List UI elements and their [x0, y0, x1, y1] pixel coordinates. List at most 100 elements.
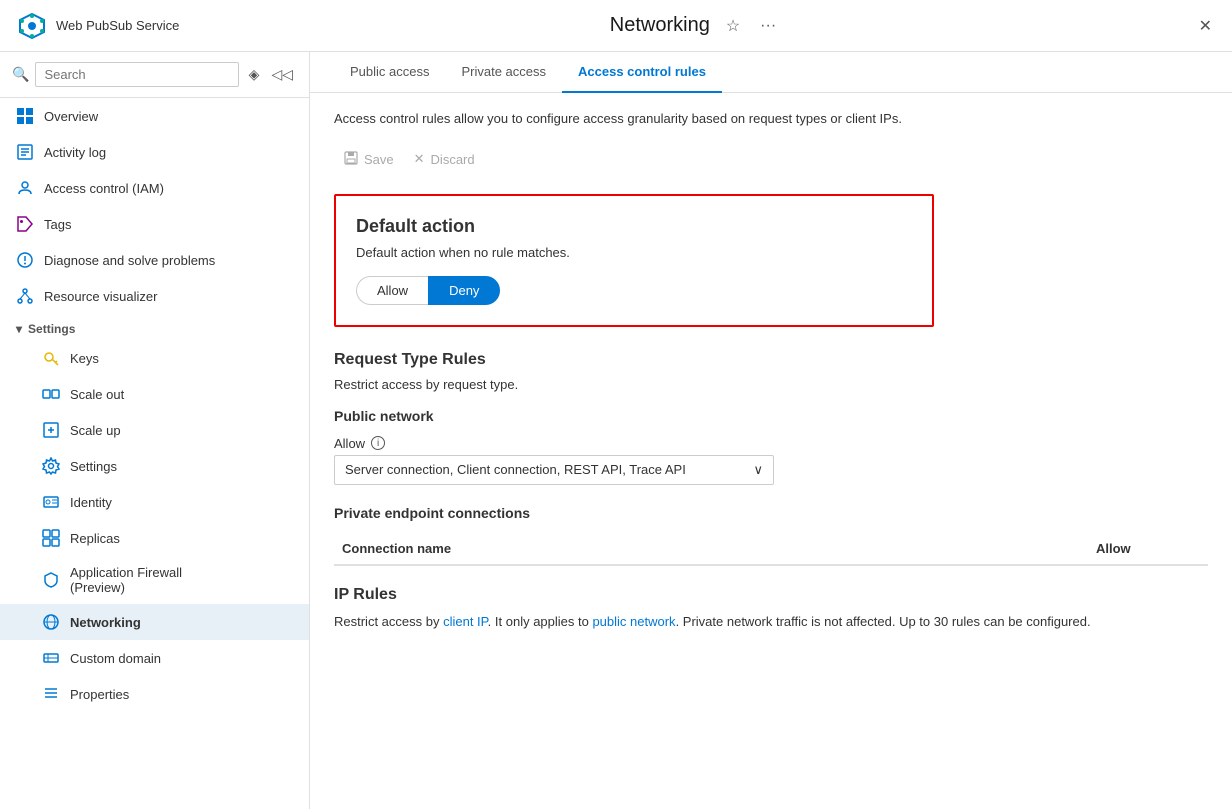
ip-rules-description: Restrict access by client IP. It only ap… — [334, 612, 1208, 632]
request-type-rules-title: Request Type Rules — [334, 351, 1208, 369]
networking-icon — [42, 613, 60, 631]
allow-label: Allow i — [334, 436, 1208, 451]
app-name: Web PubSub Service — [56, 18, 179, 33]
overview-icon — [16, 107, 34, 125]
default-action-box: Default action Default action when no ru… — [334, 194, 934, 327]
discard-icon: ✕ — [414, 151, 425, 167]
pin-button[interactable]: ◈ — [245, 64, 264, 85]
save-button[interactable]: Save — [334, 145, 404, 174]
sidebar-item-diagnose-label: Diagnose and solve problems — [44, 253, 215, 268]
collapse-buttons: ◈ ◁◁ — [245, 64, 297, 85]
sidebar-item-app-firewall-label: Application Firewall (Preview) — [70, 565, 182, 595]
sidebar-item-scale-up-label: Scale up — [70, 423, 121, 438]
sidebar: 🔍 ◈ ◁◁ Overview Activity log — [0, 52, 310, 809]
app-icon — [16, 10, 48, 42]
sidebar-item-replicas[interactable]: Replicas — [0, 520, 309, 556]
sidebar-item-app-firewall[interactable]: Application Firewall (Preview) — [0, 556, 309, 604]
close-button[interactable]: ✕ — [1195, 12, 1216, 40]
window-controls: ✕ — [1195, 12, 1216, 40]
request-type-rules-section: Request Type Rules Restrict access by re… — [334, 351, 1208, 566]
sidebar-item-activity-log[interactable]: Activity log — [0, 134, 309, 170]
content-body: Access control rules allow you to config… — [310, 93, 1232, 809]
main-layout: 🔍 ◈ ◁◁ Overview Activity log — [0, 52, 1232, 809]
title-area: Networking ☆ ··· — [594, 12, 780, 40]
tab-access-control-rules[interactable]: Access control rules — [562, 52, 722, 93]
chevron-down-icon: ∨ — [753, 462, 763, 478]
sidebar-item-keys[interactable]: Keys — [0, 340, 309, 376]
settings-section[interactable]: ▾ Settings — [0, 314, 309, 340]
diagnose-icon — [16, 251, 34, 269]
sidebar-item-networking-label: Networking — [70, 615, 141, 630]
collapse-button[interactable]: ◁◁ — [267, 64, 297, 85]
allow-text: Allow — [334, 436, 365, 451]
favorite-button[interactable]: ☆ — [722, 12, 744, 40]
sidebar-item-tags[interactable]: Tags — [0, 206, 309, 242]
sidebar-nav: Overview Activity log Access control (IA… — [0, 98, 309, 809]
sidebar-item-settings-label: Settings — [70, 459, 117, 474]
connection-type-dropdown[interactable]: Server connection, Client connection, RE… — [334, 455, 774, 485]
firewall-icon — [42, 571, 60, 589]
default-action-title: Default action — [356, 216, 912, 237]
sidebar-item-resource-visualizer-label: Resource visualizer — [44, 289, 157, 304]
sidebar-item-identity[interactable]: Identity — [0, 484, 309, 520]
sidebar-item-networking[interactable]: Networking — [0, 604, 309, 640]
sidebar-item-properties[interactable]: Properties — [0, 676, 309, 712]
more-options-button[interactable]: ··· — [756, 13, 780, 39]
dropdown-value: Server connection, Client connection, RE… — [345, 462, 686, 477]
tab-public-access[interactable]: Public access — [334, 52, 445, 93]
properties-icon — [42, 685, 60, 703]
sidebar-item-scale-out[interactable]: Scale out — [0, 376, 309, 412]
discard-button[interactable]: ✕ Discard — [404, 145, 485, 174]
search-input[interactable] — [35, 62, 238, 87]
request-type-rules-description: Restrict access by request type. — [334, 377, 1208, 392]
sidebar-item-tags-label: Tags — [44, 217, 71, 232]
discard-label: Discard — [431, 152, 475, 167]
deny-button[interactable]: Deny — [428, 276, 500, 305]
sidebar-item-identity-label: Identity — [70, 495, 112, 510]
sidebar-item-iam-label: Access control (IAM) — [44, 181, 164, 196]
sidebar-item-keys-label: Keys — [70, 351, 99, 366]
tab-private-access[interactable]: Private access — [445, 52, 562, 93]
ip-rules-section: IP Rules Restrict access by client IP. I… — [334, 586, 1208, 632]
client-ip-link[interactable]: client IP — [443, 614, 488, 629]
content-area: Public access Private access Access cont… — [310, 52, 1232, 809]
private-endpoint-title: Private endpoint connections — [334, 505, 1208, 521]
public-network-link[interactable]: public network — [592, 614, 675, 629]
col-connection-name: Connection name — [334, 541, 1088, 556]
scale-up-icon — [42, 421, 60, 439]
private-endpoint-table-header: Connection name Allow — [334, 533, 1208, 566]
public-network-section: Public network Allow i Server connection… — [334, 408, 1208, 485]
replicas-icon — [42, 529, 60, 547]
col-allow: Allow — [1088, 541, 1208, 556]
tabs-bar: Public access Private access Access cont… — [310, 52, 1232, 93]
sidebar-item-overview-label: Overview — [44, 109, 98, 124]
resource-visualizer-icon — [16, 287, 34, 305]
settings-collapse-icon: ▾ — [16, 322, 22, 336]
sidebar-item-iam[interactable]: Access control (IAM) — [0, 170, 309, 206]
identity-icon — [42, 493, 60, 511]
custom-domain-icon — [42, 649, 60, 667]
settings-section-label: Settings — [28, 322, 75, 336]
sidebar-item-overview[interactable]: Overview — [0, 98, 309, 134]
sidebar-item-properties-label: Properties — [70, 687, 129, 702]
info-icon[interactable]: i — [371, 436, 385, 450]
save-icon — [344, 151, 358, 168]
activity-log-icon — [16, 143, 34, 161]
default-action-toggle: Allow Deny — [356, 276, 912, 305]
sidebar-item-diagnose[interactable]: Diagnose and solve problems — [0, 242, 309, 278]
iam-icon — [16, 179, 34, 197]
sidebar-item-settings[interactable]: Settings — [0, 448, 309, 484]
sidebar-item-replicas-label: Replicas — [70, 531, 120, 546]
top-bar: Web PubSub Service Networking ☆ ··· ✕ — [0, 0, 1232, 52]
sidebar-item-resource-visualizer[interactable]: Resource visualizer — [0, 278, 309, 314]
app-branding: Web PubSub Service — [16, 10, 179, 42]
allow-button[interactable]: Allow — [356, 276, 428, 305]
sidebar-item-scale-up[interactable]: Scale up — [0, 412, 309, 448]
save-label: Save — [364, 152, 394, 167]
sidebar-item-custom-domain-label: Custom domain — [70, 651, 161, 666]
private-endpoint-section: Private endpoint connections Connection … — [334, 505, 1208, 566]
sidebar-search-area: 🔍 ◈ ◁◁ — [0, 52, 309, 98]
sidebar-item-custom-domain[interactable]: Custom domain — [0, 640, 309, 676]
tags-icon — [16, 215, 34, 233]
description-text: Access control rules allow you to config… — [334, 109, 1208, 129]
